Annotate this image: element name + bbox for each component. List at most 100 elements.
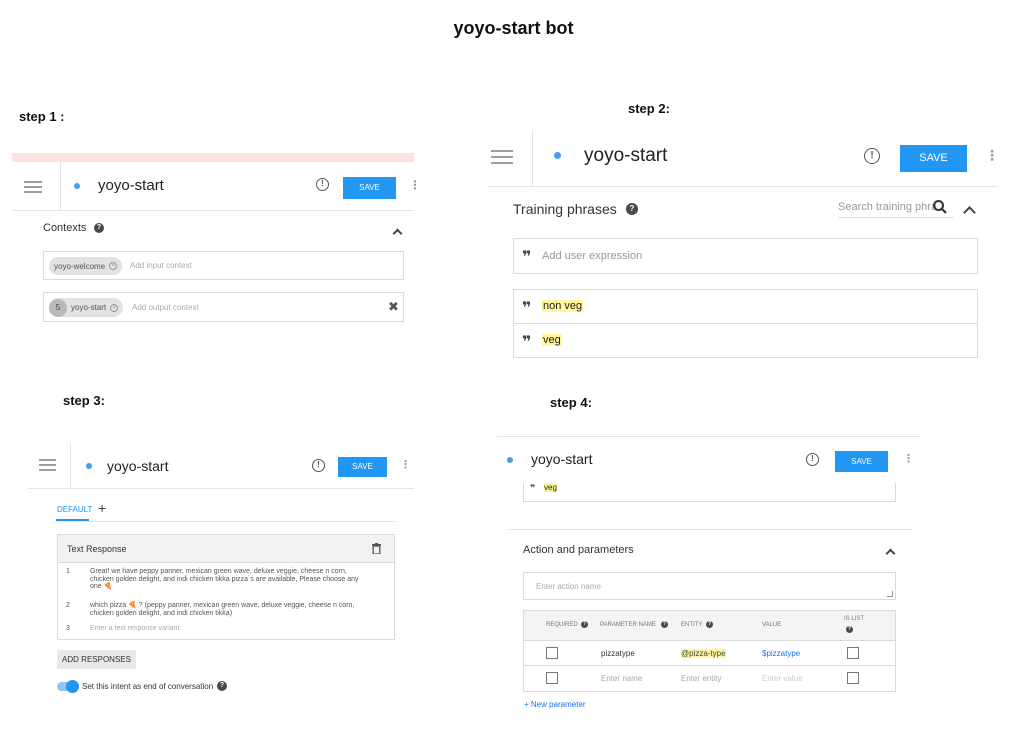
param-entity[interactable]: @pizza-type [681, 649, 726, 658]
divider [60, 162, 61, 210]
required-checkbox[interactable] [546, 672, 558, 684]
intent-name[interactable]: yoyo-start [107, 458, 168, 474]
divider [12, 210, 414, 211]
text-response-title: Text Response [67, 544, 127, 554]
intent-name[interactable]: yoyo-start [584, 145, 667, 167]
add-tab-button[interactable]: + [98, 500, 106, 516]
more-options-icon[interactable]: ⋮ [903, 452, 914, 465]
response-number: 2 [66, 602, 70, 609]
param-value[interactable]: $pizzatype [762, 649, 800, 658]
output-context-chip[interactable]: 5 yoyo-start × [49, 298, 124, 317]
info-icon[interactable]: ! [316, 178, 329, 191]
more-options-icon[interactable]: ⋮ [985, 147, 999, 164]
chevron-up-icon[interactable] [885, 548, 896, 559]
info-icon[interactable]: ! [312, 459, 325, 472]
help-icon[interactable]: ? [94, 223, 104, 233]
chevron-up-icon[interactable] [963, 206, 976, 219]
header-value: VALUE [762, 622, 782, 628]
remove-chip-icon[interactable]: × [110, 303, 119, 312]
chevron-up-icon[interactable] [392, 228, 403, 239]
header-is-list: IS LIST [844, 616, 865, 622]
param-value-input[interactable]: Enter value [762, 674, 802, 683]
divider [28, 488, 414, 489]
action-title: Action and parameters [523, 544, 634, 556]
save-button[interactable]: SAVE [338, 457, 387, 477]
param-name-input[interactable]: Enter name [601, 674, 642, 683]
phrase-text[interactable]: veg [542, 334, 562, 346]
step1-banner [12, 153, 414, 162]
step3-header: yoyo-start ! SAVE ⋮ [28, 443, 414, 488]
text-response-card: Text Response 1 Great! we have peppy pan… [57, 534, 395, 640]
table-row: Enter name Enter entity Enter value [524, 667, 895, 692]
quote-icon: ❞ [522, 334, 532, 351]
new-parameter-link[interactable]: + New parameter [524, 700, 586, 709]
parameters-table: REQUIRED ? PARAMETER NAME ? ENTITY ? VAL… [523, 610, 896, 692]
info-icon[interactable]: ! [864, 148, 880, 164]
lifespan-badge[interactable]: 5 [49, 298, 67, 317]
help-icon[interactable]: ? [581, 621, 588, 628]
param-name[interactable]: pizzatype [601, 649, 635, 658]
action-name-input[interactable]: Enter action name [523, 572, 896, 600]
divider [70, 443, 71, 488]
response-placeholder[interactable]: Enter a text response variant [90, 625, 180, 632]
header-param-name: PARAMETER NAME [600, 622, 656, 628]
quote-icon: ❞ [522, 300, 532, 317]
intent-status-dot [74, 183, 80, 189]
input-context-chip[interactable]: yoyo-welcome × [49, 257, 123, 275]
end-conversation-toggle[interactable] [57, 680, 79, 693]
help-icon[interactable]: ? [217, 681, 227, 691]
menu-icon[interactable] [24, 181, 42, 193]
contexts-title: Contexts [43, 222, 87, 234]
response-text[interactable]: Great! we have peppy panner, mexican gre… [90, 568, 372, 591]
save-button[interactable]: SAVE [343, 177, 396, 199]
list-item[interactable]: ❞ veg [523, 483, 896, 502]
intent-name[interactable]: yoyo-start [531, 451, 592, 467]
list-item[interactable]: ❞ non veg [514, 290, 977, 324]
save-button[interactable]: SAVE [835, 451, 888, 472]
is-list-checkbox[interactable] [847, 672, 859, 684]
save-button[interactable]: SAVE [900, 145, 967, 172]
remove-chip-icon[interactable]: × [109, 262, 118, 270]
step4-label: step 4: [550, 395, 592, 410]
training-phrase-list: ❞ non veg ❞ veg [513, 289, 978, 358]
menu-icon[interactable] [39, 459, 56, 471]
help-icon[interactable]: ? [661, 621, 668, 628]
tab-default[interactable]: DEFAULT [57, 505, 92, 514]
search-icon[interactable] [932, 199, 948, 215]
more-options-icon[interactable]: ⋮ [409, 178, 421, 192]
is-list-checkbox[interactable] [847, 647, 859, 659]
response-text[interactable]: which pizza 🍕 ? (peppy panner, mexican g… [90, 602, 372, 617]
chip-label: yoyo-welcome [54, 261, 106, 271]
delete-icon[interactable] [372, 541, 381, 555]
phrase-text[interactable]: non veg [542, 300, 584, 312]
add-expression-field[interactable]: ❞ Add user expression [513, 238, 978, 274]
phrase-text[interactable]: veg [544, 483, 557, 492]
end-conversation-label: Set this intent as end of conversation [82, 682, 214, 691]
response-number: 3 [66, 625, 70, 632]
intent-name[interactable]: yoyo-start [98, 177, 164, 194]
required-checkbox[interactable] [546, 647, 558, 659]
output-context-field[interactable]: 5 yoyo-start × Add output context ✖ [43, 292, 404, 322]
response-number: 1 [66, 568, 70, 575]
step4-header: yoyo-start ! SAVE ⋮ [497, 437, 921, 483]
more-options-icon[interactable]: ⋮ [400, 458, 411, 471]
help-icon[interactable]: ? [846, 626, 853, 633]
menu-icon[interactable] [491, 150, 513, 164]
step3-label: step 3: [63, 393, 105, 408]
divider [509, 529, 912, 530]
input-context-field[interactable]: yoyo-welcome × Add input context [43, 251, 404, 280]
page-title: yoyo-start bot [453, 18, 574, 38]
step2-label: step 2: [628, 101, 670, 116]
list-item[interactable]: ❞ veg [514, 324, 977, 358]
clear-icon[interactable]: ✖ [388, 299, 399, 315]
help-icon[interactable]: ? [626, 203, 638, 215]
step1-label: step 1 : [19, 109, 65, 124]
resize-handle[interactable] [887, 591, 893, 597]
help-icon[interactable]: ? [706, 621, 713, 628]
param-entity-input[interactable]: Enter entity [681, 674, 721, 683]
info-icon[interactable]: ! [806, 453, 819, 466]
add-responses-button[interactable]: ADD RESPONSES [57, 650, 136, 669]
chip-label: yoyo-start [71, 303, 107, 312]
table-header: REQUIRED ? PARAMETER NAME ? ENTITY ? VAL… [524, 611, 895, 641]
intent-status-dot [507, 457, 513, 463]
